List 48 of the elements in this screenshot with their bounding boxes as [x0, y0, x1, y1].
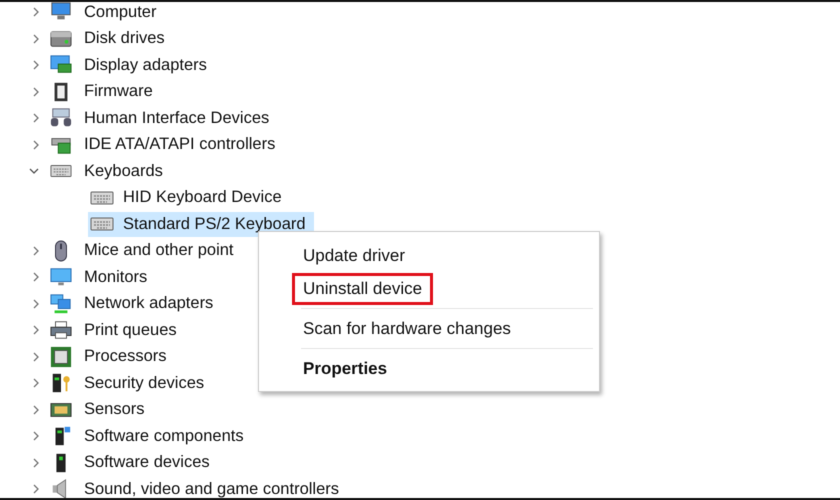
chevron-right-icon[interactable] — [33, 458, 39, 468]
chevron-right-icon[interactable] — [33, 140, 39, 150]
menu-item[interactable]: Scan for hardware changes — [292, 312, 522, 344]
item-label: HID Keyboard Device — [123, 188, 282, 208]
tree-item[interactable]: Standard PS/2 Keyboard — [88, 212, 314, 237]
chevron-right-icon[interactable] — [33, 352, 39, 362]
chevron-right-icon[interactable] — [33, 246, 39, 256]
menu-item[interactable]: Properties — [292, 352, 398, 384]
item-label[interactable]: Display adapters — [84, 56, 207, 75]
chevron-right-icon[interactable] — [33, 378, 39, 388]
chevron-right-icon[interactable] — [33, 7, 39, 18]
hid-devices-icon — [50, 107, 72, 130]
item-label[interactable]: Sound, video and game controllers — [84, 480, 339, 498]
chevron-right-icon[interactable] — [33, 431, 39, 442]
item-label[interactable]: Network adapters — [84, 294, 214, 314]
chevron-right-icon[interactable] — [33, 404, 39, 415]
item-label[interactable]: Processors — [84, 347, 167, 366]
item-label: Standard PS/2 Keyboard — [123, 214, 306, 234]
processor-icon — [50, 346, 72, 368]
tree-item[interactable]: HID Keyboard Device — [88, 185, 290, 210]
item-label[interactable]: Print queues — [84, 320, 177, 340]
chevron-right-icon[interactable] — [33, 325, 39, 336]
chevron-right-icon[interactable] — [33, 113, 39, 124]
menu-item[interactable]: Uninstall device — [292, 272, 434, 304]
item-label[interactable]: Software components — [84, 426, 244, 446]
chevron-right-icon[interactable] — [33, 34, 39, 44]
item-label[interactable]: Monitors — [84, 268, 148, 287]
chevron-down-icon[interactable] — [29, 168, 39, 174]
item-label[interactable]: Mice and other point — [84, 241, 234, 260]
chevron-right-icon[interactable] — [33, 60, 39, 70]
chevron-right-icon[interactable] — [33, 484, 39, 494]
menu-item[interactable]: Update driver — [292, 240, 416, 272]
chevron-right-icon[interactable] — [33, 298, 39, 309]
item-label[interactable]: Security devices — [84, 374, 204, 393]
chevron-right-icon[interactable] — [33, 272, 39, 282]
item-label[interactable]: Human Interface Devices — [84, 108, 270, 128]
item-label[interactable]: Disk drives — [84, 29, 165, 48]
item-label[interactable]: Software devices — [84, 453, 210, 472]
printer-icon — [50, 319, 72, 342]
network-icon — [50, 292, 72, 315]
item-label[interactable]: Firmware — [84, 82, 153, 102]
item-label[interactable]: Sensors — [84, 400, 145, 420]
item-label[interactable]: IDE ATA/ATAPI controllers — [84, 135, 276, 154]
monitor-icon — [50, 266, 72, 288]
computer-key-icon — [50, 372, 72, 394]
chevron-right-icon[interactable] — [33, 86, 39, 97]
item-label[interactable]: Keyboards — [84, 162, 163, 181]
item-label[interactable]: Computer — [84, 2, 156, 22]
